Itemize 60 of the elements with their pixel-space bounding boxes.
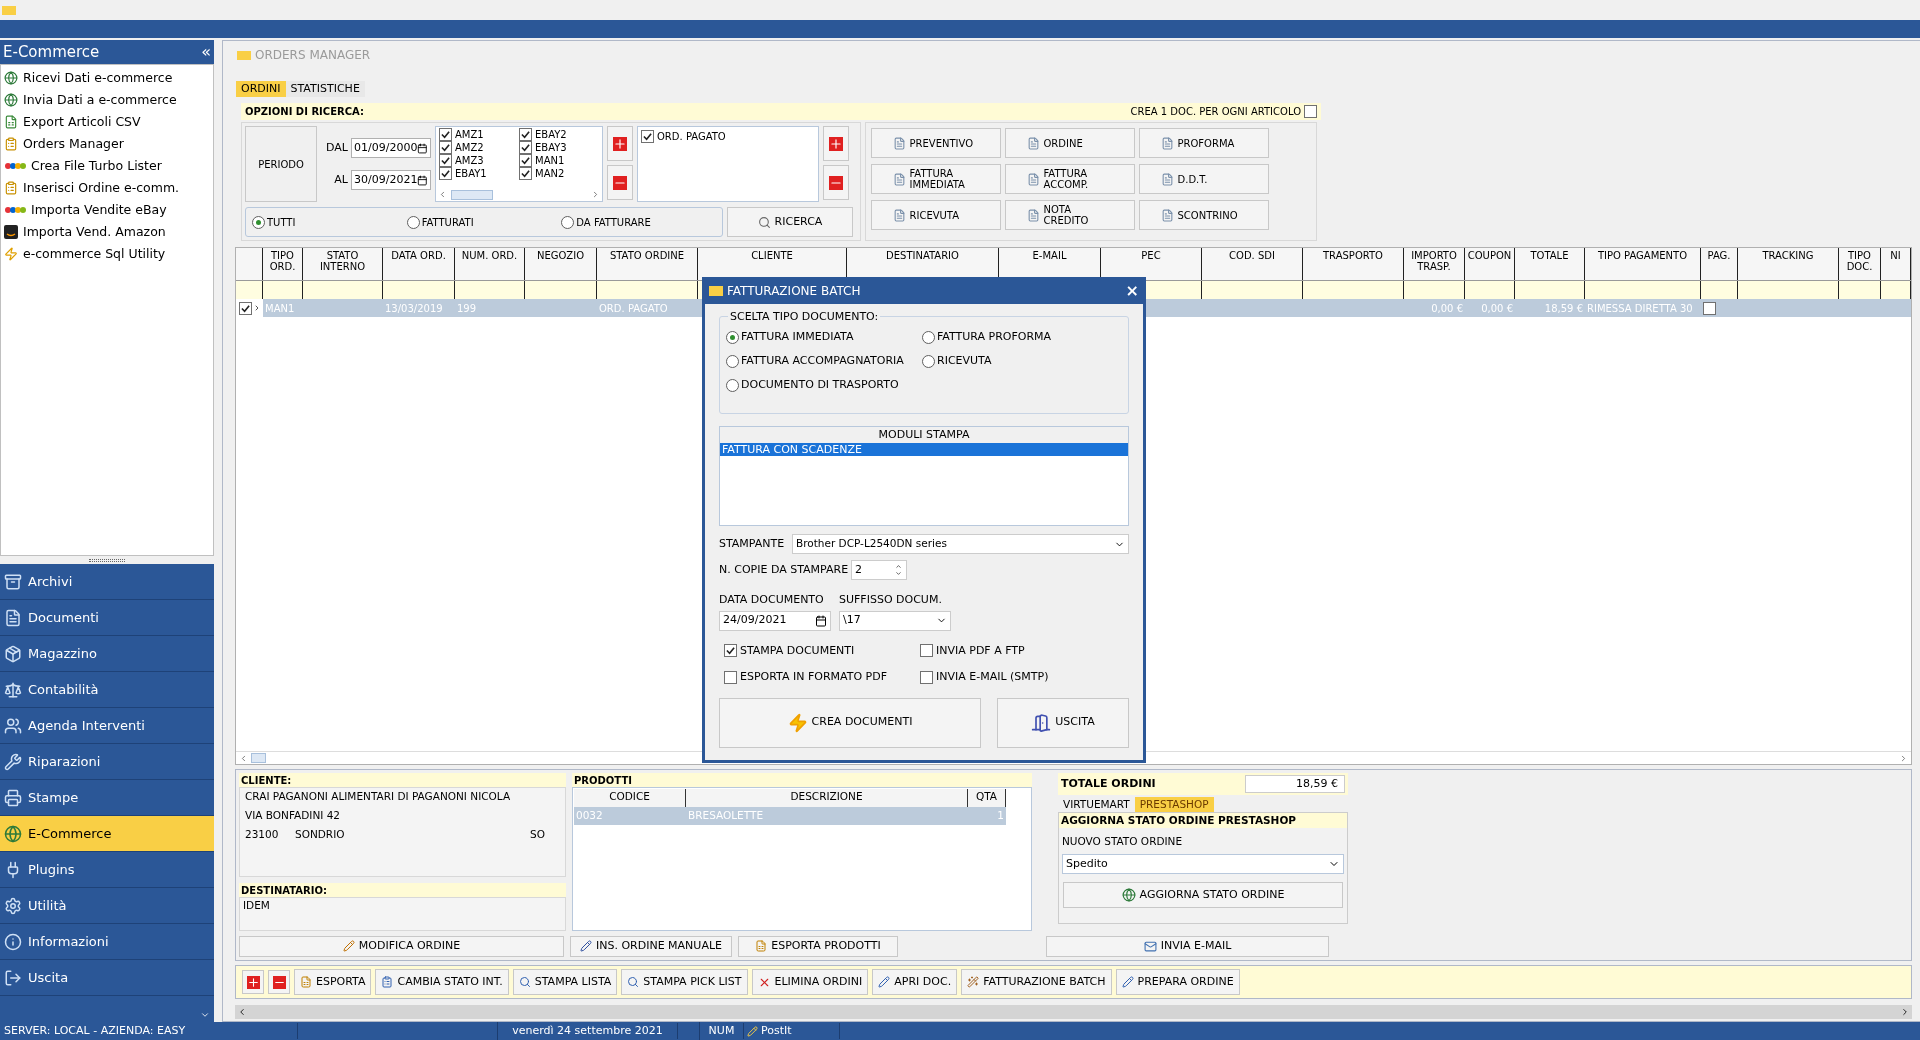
status-text: SERVER: LOCAL - AZIENDA: EASY (0, 1022, 298, 1040)
table-cell-text: RIMESSA DIRETTA 30 (1587, 301, 1693, 316)
totals-field: 18,59 € (1245, 775, 1345, 793)
filter-label: TUTTI (267, 215, 296, 230)
window-title: ORDERS MANAGER (255, 47, 371, 64)
checkbox-label: STAMPA DOCUMENTI (740, 642, 855, 659)
table-cell-text: ORD. PAGATO (599, 301, 668, 316)
filter-label: DA FATTURARE (576, 215, 651, 230)
period-label: PERIODO (258, 157, 304, 172)
radio-label: RICEVUTA (937, 353, 992, 370)
search-options-title: OPZIONI DI RICERCA: (245, 105, 364, 119)
date-label: DAL (326, 139, 348, 156)
table-cell-text: 18,59 € (1544, 301, 1583, 316)
radio-label: FATTURA IMMEDIATA (741, 329, 854, 346)
shop-label: AMZ1 (455, 128, 484, 142)
shop-label: AMZ3 (455, 154, 484, 168)
table-cell-text: MAN1 (265, 301, 295, 316)
shop-label: EBAY2 (535, 128, 567, 142)
radio-label: FATTURA PROFORMA (937, 329, 1052, 346)
field-label: NUOVO STATO ORDINE (1061, 834, 1184, 849)
client-province: SO (530, 826, 545, 842)
option-label: CREA 1 DOC. PER OGNI ARTICOLO (1130, 105, 1301, 119)
recipient-title: DESTINATARIO: (241, 883, 327, 898)
table-cell-text: 1 (996, 808, 1005, 824)
table-cell-text: 199 (457, 301, 477, 316)
shop-label: EBAY3 (535, 141, 567, 155)
dialog-title: FATTURAZIONE BATCH (727, 282, 862, 300)
status-label: ORD. PAGATO (657, 130, 726, 144)
list-header: MODULI STAMPA (878, 426, 970, 443)
table-cell-text: 13/03/2019 (385, 301, 443, 316)
shop-label: MAN2 (535, 167, 565, 181)
checkbox-label: ESPORTA IN FORMATO PDF (740, 669, 888, 685)
table-cell-text: 0,00 € (1481, 301, 1513, 316)
client-zip: 23100 (245, 826, 280, 842)
products-title: PRODOTTI (574, 773, 632, 788)
date-label: AL (334, 171, 348, 188)
date-label: DATA DOCUMENTO (719, 592, 825, 608)
table-cell-text: BRESAOLETTE (687, 808, 765, 824)
shop-label: MAN1 (535, 154, 565, 168)
client-title: CLIENTE: (241, 773, 292, 788)
update-title: AGGIORNA STATO ORDINE PRESTASHOP (1061, 812, 1297, 828)
shop-label: EBAY1 (455, 167, 487, 181)
client-address: VIA BONFADINI 42 (245, 807, 342, 823)
table-cell-text: 0,00 € (1431, 301, 1463, 316)
radio-label: DOCUMENTO DI TRASPORTO (741, 377, 899, 394)
checkbox-label: INVIA E-MAIL (SMTP) (936, 669, 1049, 685)
copies-label: N. COPIE DA STAMPARE (719, 561, 849, 578)
recipient-text: IDEM (243, 899, 270, 911)
filter-label: FATTURATI (421, 215, 474, 230)
totals-label: TOTALE ORDINI (1061, 775, 1156, 792)
status-num: NUM (700, 1022, 744, 1040)
client-city: SONDRIO (295, 826, 346, 842)
printer-label: STAMPANTE (719, 535, 786, 552)
sidebar-title: E-Commerce (3, 41, 100, 63)
client-name: CRAI PAGANONI ALIMENTARI DI PAGANONI NICOLA (245, 789, 512, 804)
radio-label: FATTURA ACCOMPAGNATORIA (741, 353, 904, 370)
suffix-label: SUFFISSO DOCUM. (839, 592, 943, 608)
shop-label: AMZ2 (455, 141, 484, 155)
table-cell-text: 0032 (575, 808, 604, 824)
checkbox-label: INVIA PDF A FTP (936, 642, 1025, 659)
